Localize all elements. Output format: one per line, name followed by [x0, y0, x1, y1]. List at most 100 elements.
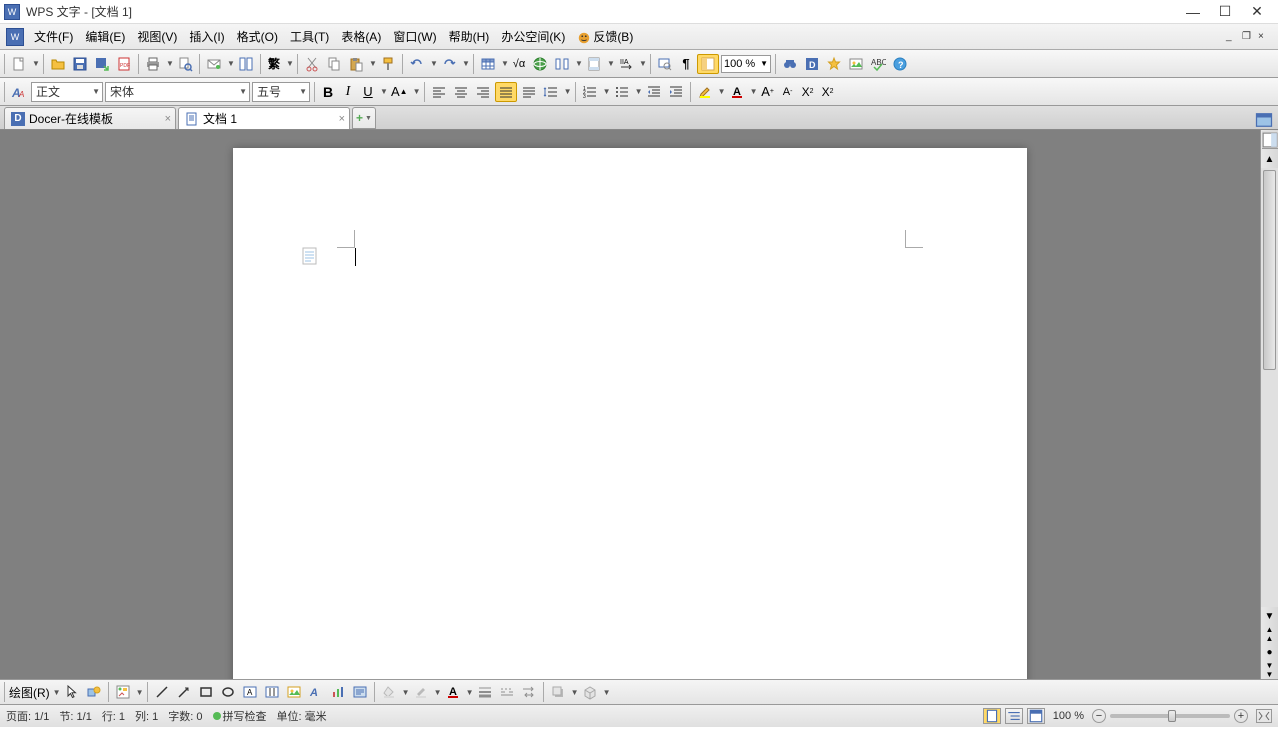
numbered-list-button[interactable]: 123	[580, 82, 600, 102]
print-dropdown[interactable]: ▼	[165, 59, 173, 68]
menu-view[interactable]: 视图(V)	[131, 26, 183, 47]
shadow-button[interactable]	[548, 682, 568, 702]
subscript-button[interactable]: X2	[819, 82, 837, 102]
autoshapes-button[interactable]	[84, 682, 104, 702]
dash-style-button[interactable]	[497, 682, 517, 702]
textdir-dropdown[interactable]: ▼	[638, 59, 646, 68]
text-direction-button[interactable]: IIA	[616, 54, 636, 74]
menu-insert[interactable]: 插入(I)	[183, 26, 230, 47]
underline-button[interactable]: U	[359, 82, 377, 102]
print-preview-button[interactable]	[175, 54, 195, 74]
line-spacing-button[interactable]	[541, 82, 561, 102]
grow-font-button[interactable]: A▲	[389, 82, 410, 102]
paste-button[interactable]	[346, 54, 366, 74]
grow-font2-button[interactable]: A-	[779, 82, 797, 102]
decrease-indent-button[interactable]	[644, 82, 664, 102]
columns-button[interactable]	[552, 54, 572, 74]
zoom-slider[interactable]	[1110, 714, 1230, 718]
fit-button[interactable]	[1256, 709, 1272, 723]
page[interactable]	[233, 148, 1027, 679]
align-right-button[interactable]	[473, 82, 493, 102]
columns-dropdown[interactable]: ▼	[574, 59, 582, 68]
undo-dropdown[interactable]: ▼	[429, 59, 437, 68]
fill-color-button[interactable]	[379, 682, 399, 702]
split-window-button[interactable]	[236, 54, 256, 74]
redo-button[interactable]	[439, 54, 459, 74]
font-combo[interactable]: 宋体▼	[105, 82, 250, 102]
spell-check-button[interactable]: ABC	[868, 54, 888, 74]
shrink-font-button[interactable]: A+	[759, 82, 777, 102]
new-dropdown[interactable]: ▼	[31, 59, 39, 68]
line-weight-button[interactable]	[475, 682, 495, 702]
align-justify-button[interactable]	[495, 82, 517, 102]
status-page[interactable]: 页面: 1/1	[6, 708, 49, 724]
header-footer-button[interactable]	[584, 54, 604, 74]
3d-button[interactable]	[580, 682, 600, 702]
minimize-button[interactable]: —	[1184, 3, 1202, 21]
chart-button[interactable]	[328, 682, 348, 702]
redo-dropdown[interactable]: ▼	[461, 59, 469, 68]
insert-picture-button[interactable]	[284, 682, 304, 702]
scroll-thumb[interactable]	[1263, 170, 1276, 370]
bullet-list-button[interactable]	[612, 82, 632, 102]
status-zoom[interactable]: 100 %	[1053, 710, 1084, 722]
help-button[interactable]: ?	[890, 54, 910, 74]
scroll-up-button[interactable]: ▲	[1262, 151, 1278, 167]
shapes-gallery-button[interactable]	[113, 682, 133, 702]
style-icon[interactable]: AA	[9, 82, 29, 102]
oval-tool-button[interactable]	[218, 682, 238, 702]
mail-dropdown[interactable]: ▼	[226, 59, 234, 68]
mdi-minimize-icon[interactable]: _	[1226, 31, 1240, 42]
text-color-button[interactable]: A	[443, 682, 463, 702]
font-color-button[interactable]: A	[727, 82, 747, 102]
menu-edit[interactable]: 编辑(E)	[79, 26, 131, 47]
chinese-convert-button[interactable]: 繁	[265, 54, 283, 74]
insert-table-button[interactable]	[478, 54, 498, 74]
underline-dropdown[interactable]: ▼	[379, 87, 387, 96]
close-button[interactable]: ✕	[1248, 3, 1266, 21]
tab-close-icon[interactable]: ×	[339, 113, 345, 125]
saveas-button[interactable]	[92, 54, 112, 74]
menu-tools[interactable]: 工具(T)	[284, 26, 335, 47]
superscript-button[interactable]: X2	[799, 82, 817, 102]
document-area[interactable]	[0, 130, 1260, 679]
menu-file[interactable]: 文件(F)	[28, 26, 79, 47]
mdi-close-icon[interactable]: ×	[1258, 31, 1272, 42]
paragraph-properties-icon[interactable]	[301, 246, 319, 266]
tab-document1[interactable]: 文档 1 ×	[178, 107, 350, 129]
pdf-export-button[interactable]: PDF	[114, 54, 134, 74]
browse-object-button[interactable]: ●	[1262, 644, 1278, 660]
copy-button[interactable]	[324, 54, 344, 74]
menu-feedback[interactable]: 反馈(B)	[571, 26, 639, 47]
save-button[interactable]	[70, 54, 90, 74]
wordart-button[interactable]: A	[306, 682, 326, 702]
document-map-button[interactable]	[697, 54, 719, 74]
style-combo[interactable]: 正文▼	[31, 82, 103, 102]
menu-window[interactable]: 窗口(W)	[387, 26, 442, 47]
star-button[interactable]	[824, 54, 844, 74]
task-pane-button[interactable]	[1262, 131, 1278, 149]
line-tool-button[interactable]	[152, 682, 172, 702]
align-left-button[interactable]	[429, 82, 449, 102]
tab-close-icon[interactable]: ×	[165, 113, 171, 125]
draw-menu[interactable]: 绘图(R)	[9, 684, 50, 701]
hf-dropdown[interactable]: ▼	[606, 59, 614, 68]
vtextbox-tool-button[interactable]	[262, 682, 282, 702]
highlight-button[interactable]	[695, 82, 715, 102]
add-tab-button[interactable]: +▼	[352, 107, 376, 129]
mdi-restore-icon[interactable]: ❐	[1242, 31, 1256, 42]
equation-button[interactable]: √α	[510, 54, 528, 74]
print-button[interactable]	[143, 54, 163, 74]
arrow-tool-button[interactable]	[174, 682, 194, 702]
show-formatting-button[interactable]: ¶	[677, 54, 695, 74]
outline-view-button[interactable]	[1005, 708, 1023, 724]
tab-docer[interactable]: D Docer-在线模板 ×	[4, 107, 176, 129]
align-distribute-button[interactable]	[519, 82, 539, 102]
undo-button[interactable]	[407, 54, 427, 74]
status-words[interactable]: 字数: 0	[168, 708, 202, 724]
chinese-dropdown[interactable]: ▼	[285, 59, 293, 68]
picture-button[interactable]	[846, 54, 866, 74]
mail-button[interactable]	[204, 54, 224, 74]
cut-button[interactable]	[302, 54, 322, 74]
bold-button[interactable]: B	[319, 82, 337, 102]
